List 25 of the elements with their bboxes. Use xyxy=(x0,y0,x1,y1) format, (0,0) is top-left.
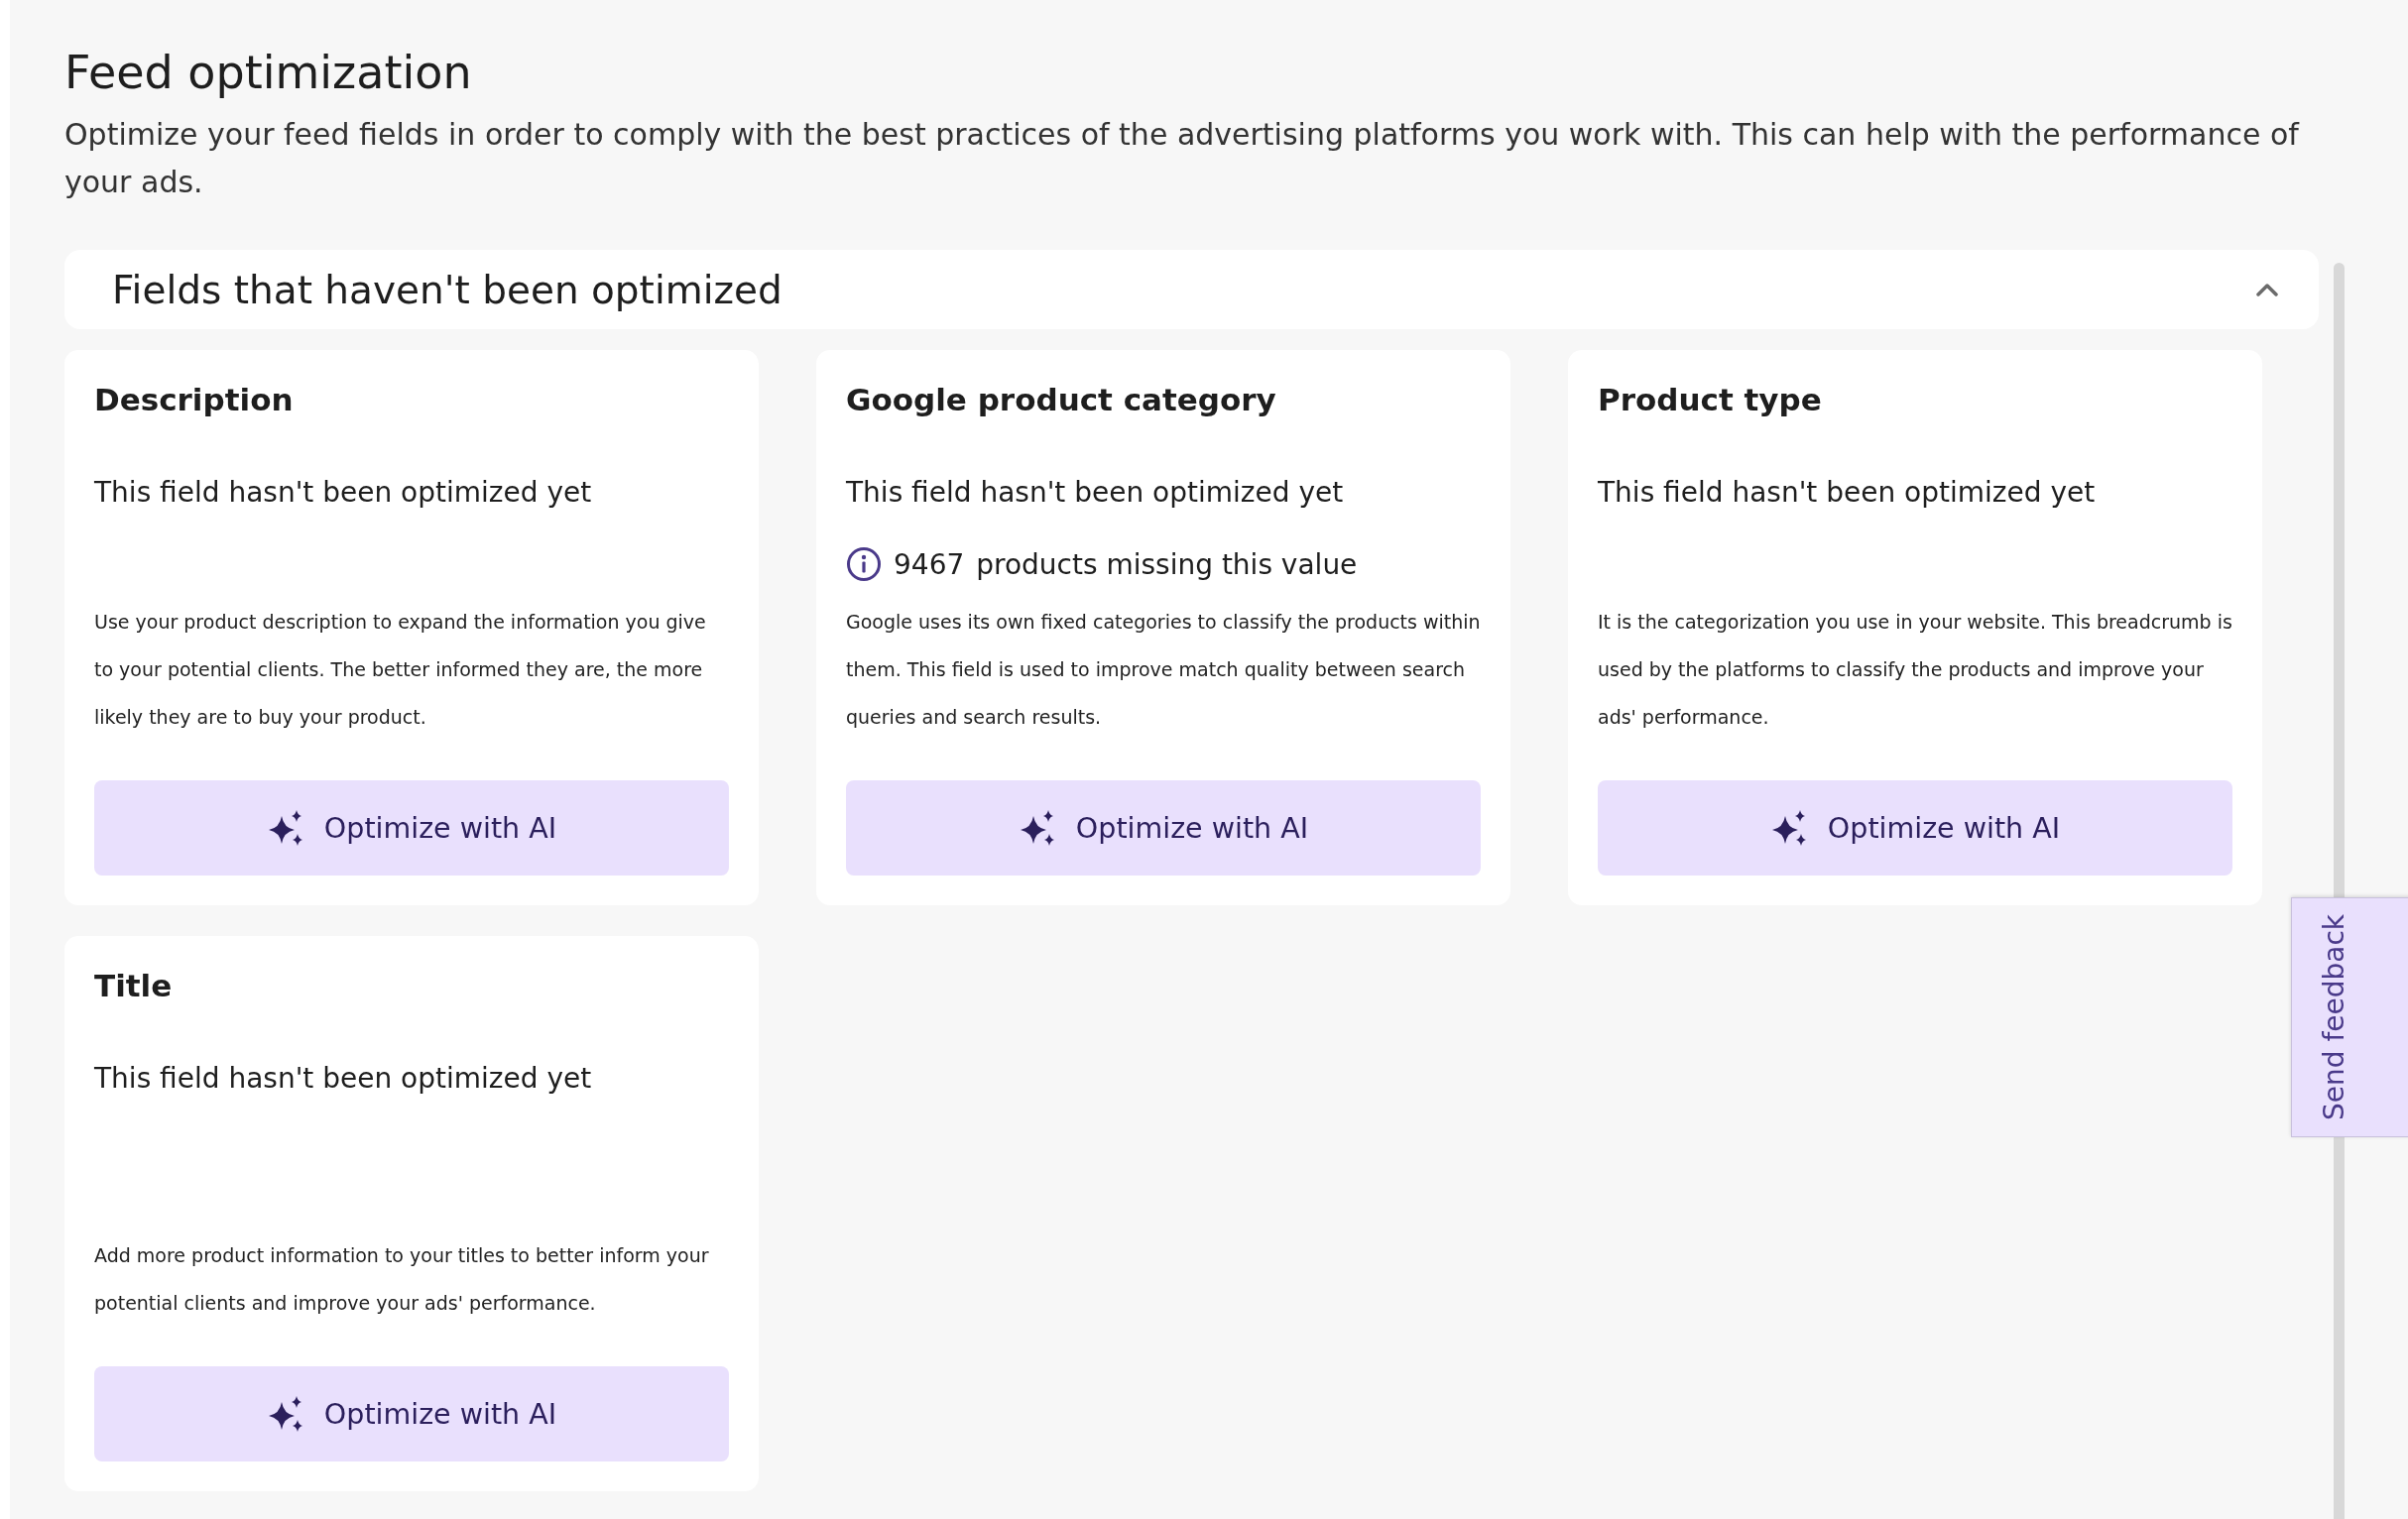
section-header[interactable]: Fields that haven't been optimized xyxy=(64,250,2319,329)
info-icon xyxy=(846,546,882,582)
card-body: Add more product information to your titles to better inform your potential clients and improve your ads' performance. xyxy=(94,1243,710,1316)
card-title: Description xyxy=(94,381,295,419)
card-title: Title xyxy=(94,967,174,1005)
card-title: Product type xyxy=(1598,381,1823,419)
optimize-button[interactable]: Optimize with AI xyxy=(1598,780,2232,876)
card-body: Use your product description to expand the information you give to your potential clients. The better informed they are, the more likely they are to buy your product. xyxy=(94,610,707,730)
card-body: It is the categorization you use in your website. This breadcrumb is used by the platforms to classify the products and improve your ads' performance. xyxy=(1598,610,2232,730)
page-title: Feed optimization xyxy=(64,45,473,101)
section-title: Fields that haven't been optimized xyxy=(112,267,783,312)
card-status: This field hasn't been optimized yet xyxy=(1598,475,2097,511)
card-status: This field hasn't been optimized yet xyxy=(846,475,1345,511)
card-status: This field hasn't been optimized yet xyxy=(94,1061,593,1097)
optimize-button[interactable]: Optimize with AI xyxy=(846,780,1481,876)
card-title: Google product category xyxy=(846,381,1277,419)
optimize-button[interactable]: Optimize with AI xyxy=(94,1366,729,1461)
missing-count: 9467 xyxy=(894,547,965,581)
chevron-icon xyxy=(2255,282,2279,297)
optimize-button[interactable]: Optimize with AI xyxy=(94,780,729,876)
missing-label: products missing this value xyxy=(976,547,1358,581)
page-description: Optimize your feed fields in order to comply with the best practices of the advertising platforms you work with. This can help with the performance of your ads. xyxy=(64,116,2301,201)
card-status: This field hasn't been optimized yet xyxy=(94,475,593,511)
card-body: Google uses its own fixed categories to classify the products within them. This field is used to improve match quality between search queries and search results. xyxy=(846,610,1481,730)
feedback-tab[interactable]: Send feedback xyxy=(2291,897,2408,1137)
